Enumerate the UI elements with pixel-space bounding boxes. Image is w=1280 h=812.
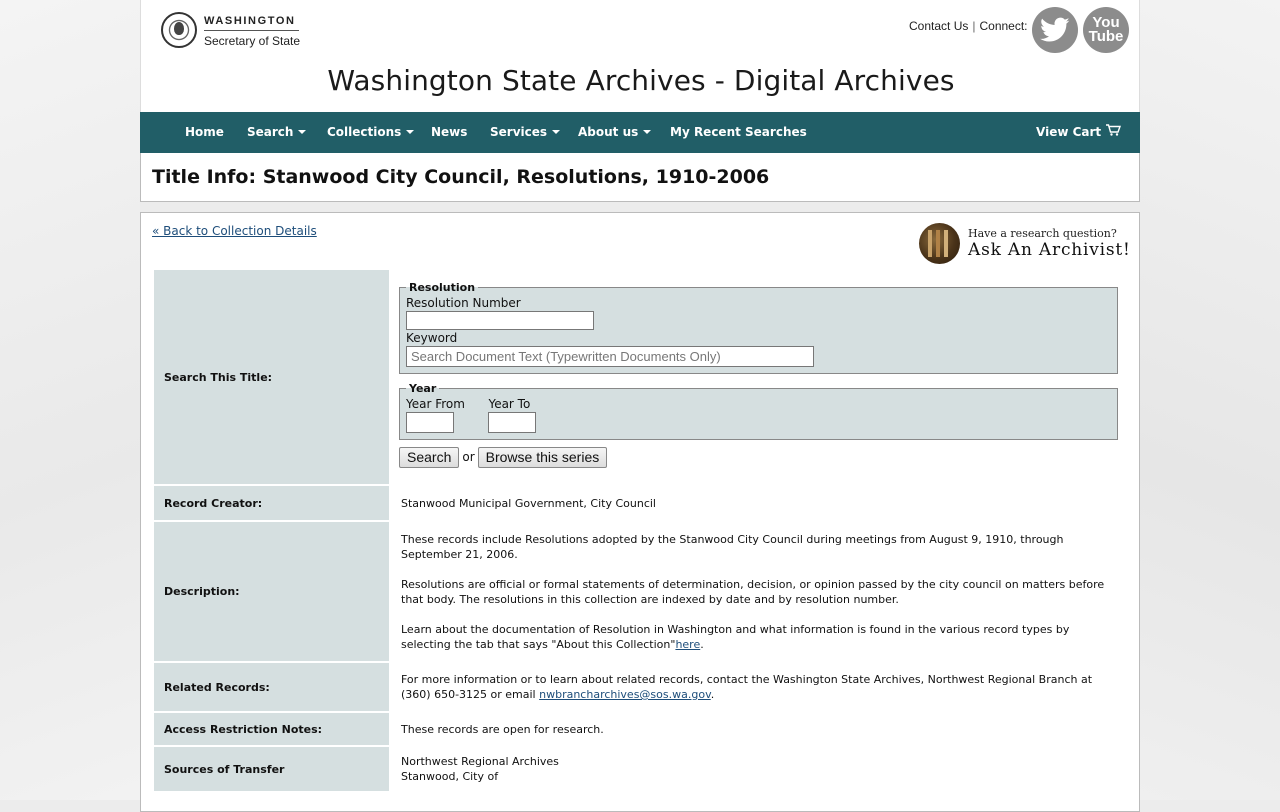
top-links-separator: | (972, 19, 976, 33)
sos-logo[interactable]: WASHINGTON Secretary of State (161, 11, 301, 53)
year-from-label: Year From (406, 397, 465, 411)
page-background-left (0, 0, 140, 800)
site-title: Washington State Archives - Digital Arch… (327, 64, 955, 97)
table-row-access-restriction: Access Restriction Notes: These records … (154, 713, 1128, 745)
resolution-legend: Resolution (409, 281, 476, 294)
title-info-table: Search This Title: Resolution Resolution… (152, 268, 1130, 793)
or-text: or (462, 450, 475, 464)
nav-recent-searches[interactable]: My Recent Searches (670, 112, 807, 153)
search-button[interactable]: Search (399, 447, 460, 468)
year-fieldset: Year Year From Year To (399, 381, 1118, 440)
description-paragraph-1: These records include Resolutions adopte… (401, 533, 1064, 561)
description-value: These records include Resolutions adopte… (391, 522, 1128, 661)
access-restriction-label: Access Restriction Notes: (154, 713, 389, 745)
page-background-right (1140, 0, 1280, 800)
sources-of-transfer-line-2: Stanwood, City of (401, 770, 499, 783)
resolution-number-label: Resolution Number (406, 296, 521, 310)
description-paragraph-3-text: Learn about the documentation of Resolut… (401, 623, 1070, 651)
nav-view-cart[interactable]: View Cart (1036, 112, 1122, 153)
description-paragraph-3-end: . (700, 638, 704, 651)
page-title: Title Info: Stanwood City Council, Resol… (152, 166, 770, 188)
state-seal-icon (161, 12, 197, 48)
shopping-cart-icon (1106, 112, 1122, 153)
browse-series-button[interactable]: Browse this series (477, 447, 608, 468)
chevron-down-icon (552, 130, 561, 134)
search-form-cell: Resolution Resolution Number Keyword Sea… (391, 270, 1128, 484)
table-row-sources-of-transfer: Sources of Transfer Northwest Regional A… (154, 747, 1128, 791)
sources-of-transfer-value: Northwest Regional Archives Stanwood, Ci… (391, 747, 1128, 791)
title-box: Title Info: Stanwood City Council, Resol… (140, 153, 1140, 202)
record-creator-value: Stanwood Municipal Government, City Coun… (391, 486, 1128, 520)
related-records-label: Related Records: (154, 663, 389, 711)
content-panel: « Back to Collection Details Have a rese… (140, 212, 1140, 812)
nav-home[interactable]: Home (185, 112, 224, 153)
nav-news[interactable]: News (431, 112, 467, 153)
description-paragraph-2: Resolutions are official or formal state… (401, 578, 1105, 606)
nav-about-us[interactable]: About us (578, 112, 652, 153)
archivist-question: Have a research question? (968, 227, 1117, 240)
nav-collections[interactable]: Collections (327, 112, 415, 153)
keyword-label: Keyword (406, 331, 458, 345)
keyword-input[interactable]: Search Document Text (Typewritten Docume… (406, 346, 814, 367)
logo-divider (204, 30, 299, 31)
search-title-label: Search This Title: (154, 270, 389, 484)
related-records-value: For more information or to learn about r… (391, 663, 1128, 711)
chevron-down-icon (643, 130, 652, 134)
table-row-search: Search This Title: Resolution Resolution… (154, 270, 1128, 484)
top-links: Contact Us | Connect: (909, 19, 1028, 33)
year-legend: Year (409, 382, 437, 395)
nav-search-label: Search (247, 125, 294, 139)
table-row-description: Description: These records include Resol… (154, 522, 1128, 661)
ask-archivist-banner[interactable]: Have a research question? Ask An Archivi… (919, 222, 1131, 266)
sources-of-transfer-label: Sources of Transfer (154, 747, 389, 791)
youtube-icon[interactable]: You Tube (1083, 7, 1129, 53)
nav-collections-label: Collections (327, 125, 402, 139)
year-to-label: Year To (488, 397, 531, 411)
year-to-group: Year To (488, 396, 537, 433)
resolution-number-input[interactable] (406, 311, 594, 330)
back-to-collection-link[interactable]: « Back to Collection Details (152, 224, 317, 238)
description-paragraph-3: Learn about the documentation of Resolut… (401, 622, 1118, 652)
nav-recent-searches-label: My Recent Searches (670, 125, 807, 139)
nav-home-label: Home (185, 125, 224, 139)
chevron-down-icon (406, 130, 415, 134)
nav-about-us-label: About us (578, 125, 639, 139)
youtube-icon-text: You Tube (1088, 15, 1124, 45)
table-row-related-records: Related Records: For more information or… (154, 663, 1128, 711)
contact-us-link[interactable]: Contact Us (909, 19, 968, 33)
access-restriction-value: These records are open for research. (391, 713, 1128, 745)
year-from-input[interactable] (406, 412, 454, 433)
main-nav: Home Search Collections News Services Ab… (140, 112, 1140, 153)
record-creator-label: Record Creator: (154, 486, 389, 520)
logo-line-2: Secretary of State (204, 34, 301, 48)
email-link[interactable]: nwbrancharchives@sos.wa.gov (539, 688, 711, 701)
logo-line-1: WASHINGTON (204, 15, 296, 27)
year-to-input[interactable] (488, 412, 537, 433)
related-records-end: . (710, 688, 715, 701)
description-label: Description: (154, 522, 389, 661)
site-header: WASHINGTON Secretary of State Contact Us… (140, 0, 1140, 112)
sources-of-transfer-line-1: Northwest Regional Archives (401, 755, 559, 768)
nav-view-cart-label: View Cart (1036, 125, 1102, 139)
nav-services-label: Services (490, 125, 548, 139)
ask-archivist-text: Ask An Archivist! (968, 240, 1131, 260)
resolution-fieldset: Resolution Resolution Number Keyword Sea… (399, 280, 1118, 374)
chevron-down-icon (298, 130, 307, 134)
books-icon (919, 223, 960, 264)
connect-label: Connect: (979, 19, 1028, 33)
youtube-icon-text-2: Tube (1088, 28, 1124, 45)
related-records-text: For more information or to learn about r… (401, 673, 1093, 701)
here-link[interactable]: here (675, 638, 700, 651)
year-from-group: Year From (406, 396, 465, 433)
twitter-icon[interactable] (1032, 7, 1078, 53)
nav-services[interactable]: Services (490, 112, 561, 153)
page-container: WASHINGTON Secretary of State Contact Us… (140, 0, 1140, 812)
twitter-bird-icon (1040, 17, 1070, 42)
table-row-record-creator: Record Creator: Stanwood Municipal Gover… (154, 486, 1128, 520)
nav-news-label: News (431, 125, 468, 139)
nav-search[interactable]: Search (247, 112, 307, 153)
